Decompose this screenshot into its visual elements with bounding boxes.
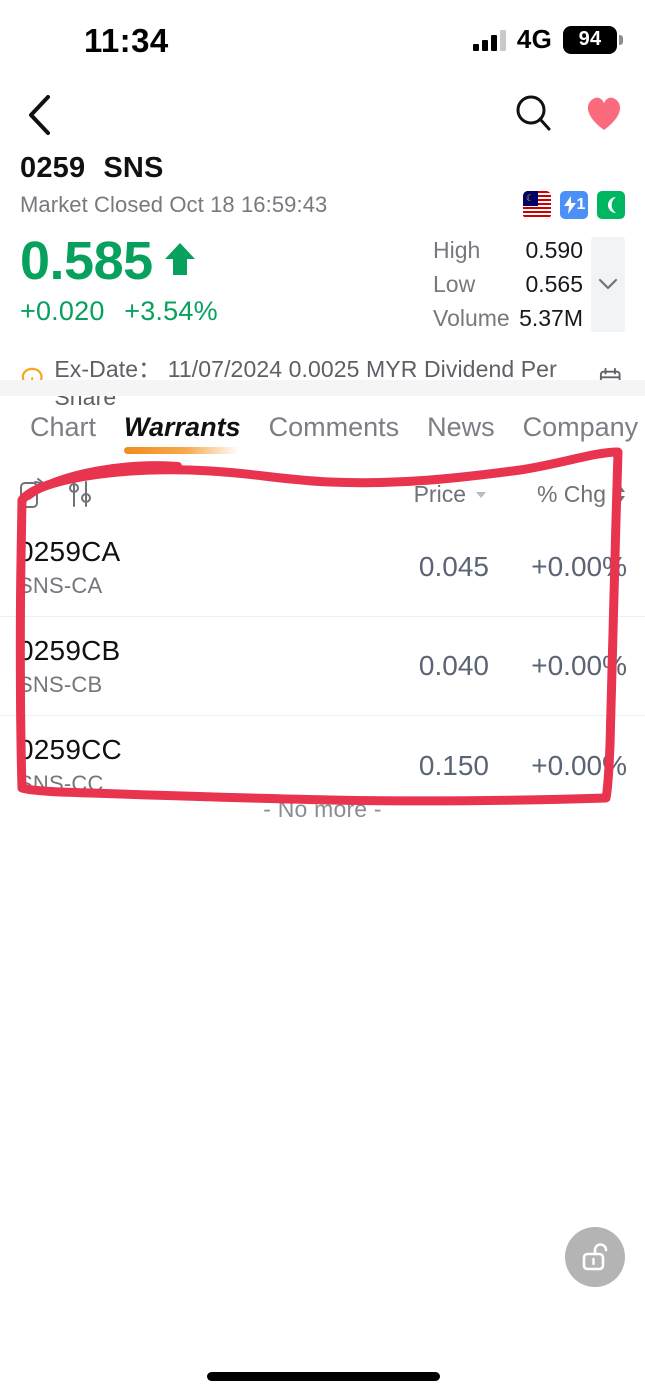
warrant-price: 0.150: [418, 749, 489, 781]
sort-both-icon: [615, 485, 625, 503]
status-time: 11:34: [84, 22, 169, 59]
stat-value: 0.590: [525, 237, 583, 263]
table-header-columns: Price % Chg: [349, 481, 627, 508]
warrant-code: 0259CC: [18, 734, 122, 765]
price-up-arrow-icon: [163, 241, 197, 283]
sort-desc-icon: [476, 492, 486, 498]
column-header-price[interactable]: Price: [349, 481, 489, 508]
tab-label: Chart: [30, 411, 97, 442]
favorite-button[interactable]: [581, 90, 627, 136]
section-divider: [0, 380, 645, 396]
market-status: Market Closed Oct 18 16:59:43: [20, 192, 328, 217]
stat-row-volume: Volume 5.37M: [433, 305, 583, 332]
tab-label: Company: [522, 411, 639, 442]
row-values: 0.040 +0.00%: [349, 650, 627, 682]
stat-value: 5.37M: [519, 305, 583, 331]
tab-label: News: [427, 411, 495, 442]
level1-quote-badge: 1: [560, 191, 588, 219]
shariah-badge: [597, 191, 625, 219]
stock-name: SNS: [103, 152, 164, 184]
tab-comments[interactable]: Comments: [255, 412, 414, 443]
price-block: 0.585 +0.020 +3.54% High 0.590 Low 0.565…: [0, 219, 645, 332]
chevron-left-icon: [29, 95, 50, 135]
row-values: 0.045 +0.00%: [349, 551, 627, 583]
search-button[interactable]: [511, 90, 557, 136]
tab-bar: Chart Warrants Comments News Company: [0, 396, 645, 458]
price-main: 0.585: [20, 233, 230, 290]
warrant-code: 0259CA: [18, 535, 121, 567]
warrant-name: SNS-CC: [18, 771, 104, 796]
warrant-name: SNS-CB: [18, 671, 103, 697]
stat-label: Low: [433, 271, 476, 297]
warrant-pct-change: +0.00%: [531, 650, 627, 681]
badge-group: ☾ 1: [523, 191, 625, 219]
battery-percent: 94: [578, 28, 602, 50]
column-label: % Chg: [536, 480, 606, 507]
network-type-label: 4G: [516, 24, 552, 54]
stat-row-low: Low 0.565: [433, 271, 583, 298]
warrant-price: 0.040: [418, 650, 489, 681]
warrants-table-header: Price % Chg: [0, 470, 645, 518]
column-header-pct-change[interactable]: % Chg: [489, 481, 627, 508]
chevron-down-icon: [598, 278, 618, 290]
stats-list: High 0.590 Low 0.565 Volume 5.37M: [433, 237, 583, 332]
warrant-pct-change: +0.00%: [531, 551, 627, 582]
stat-row-high: High 0.590: [433, 237, 583, 264]
lightning-icon: [563, 196, 576, 214]
status-indicators: 4G 94: [472, 24, 623, 55]
tab-active-underline: [124, 446, 239, 454]
search-icon: [516, 95, 551, 131]
expand-stats-button[interactable]: [591, 237, 625, 332]
table-tools: [18, 478, 96, 510]
home-indicator: [207, 1372, 440, 1381]
stat-label: Volume: [433, 305, 510, 331]
tab-chart[interactable]: Chart: [16, 412, 110, 443]
symbol-line: 0259 SNS: [0, 152, 645, 185]
warrant-price: 0.045: [418, 551, 489, 582]
tab-company[interactable]: Company: [509, 412, 645, 443]
column-label: Price: [413, 480, 466, 507]
battery-icon: 94: [563, 25, 623, 54]
quote-header: 0259 SNS Market Closed Oct 18 16:59:43 ☾…: [0, 152, 645, 411]
row-values: 0.150 +0.00%: [349, 750, 627, 782]
last-price: 0.585: [20, 231, 153, 291]
unlock-fab-button[interactable]: [565, 1227, 625, 1287]
back-button[interactable]: [16, 92, 62, 138]
heart-icon: [587, 97, 621, 130]
row-identity: 0259CC SNS-CC: [18, 734, 122, 797]
crescent-moon-icon: [608, 197, 616, 213]
stat-label: High: [433, 237, 481, 263]
nav-actions: [511, 90, 627, 136]
tab-label: Comments: [268, 411, 400, 442]
navigation-bar: [0, 78, 645, 152]
row-identity: 0259CB SNS-CB: [18, 635, 120, 698]
stats-panel: High 0.590 Low 0.565 Volume 5.37M: [433, 233, 625, 332]
warrant-name: SNS-CA: [18, 572, 103, 598]
phone-screen: 11:34 4G 94 0259 SNS Market Closed Oct 1…: [0, 0, 645, 1398]
list-footer: - No more -: [263, 796, 382, 822]
table-row[interactable]: 0259CB SNS-CB 0.040 +0.00%: [0, 617, 645, 716]
tab-label: Warrants: [124, 411, 241, 442]
price-change: +0.020 +3.54%: [20, 296, 230, 327]
level1-quote-label: 1: [576, 196, 586, 213]
filter-sliders-icon[interactable]: [66, 479, 96, 509]
stock-code: 0259: [20, 152, 86, 184]
market-status-row: Market Closed Oct 18 16:59:43 ☾ 1: [0, 185, 645, 219]
tab-warrants[interactable]: Warrants: [110, 411, 255, 454]
warrant-code: 0259CB: [18, 634, 121, 666]
signal-bars-icon: [472, 29, 506, 51]
tab-news[interactable]: News: [413, 412, 509, 443]
stat-value: 0.565: [525, 271, 583, 297]
unlock-icon: [582, 1243, 608, 1271]
change-percent: +3.54%: [124, 295, 218, 326]
warrant-pct-change: +0.00%: [531, 749, 627, 781]
malaysia-flag-badge: ☾: [523, 191, 551, 219]
status-bar: 11:34 4G 94: [0, 0, 645, 78]
price-left: 0.585 +0.020 +3.54%: [20, 233, 230, 327]
warrants-table-body: 0259CA SNS-CA 0.045 +0.00% 0259CB SNS-CB…: [0, 518, 645, 815]
row-identity: 0259CA SNS-CA: [18, 536, 120, 599]
change-absolute: +0.020: [20, 295, 105, 326]
rotate-screen-icon[interactable]: [18, 478, 44, 510]
table-row[interactable]: 0259CA SNS-CA 0.045 +0.00%: [0, 518, 645, 617]
